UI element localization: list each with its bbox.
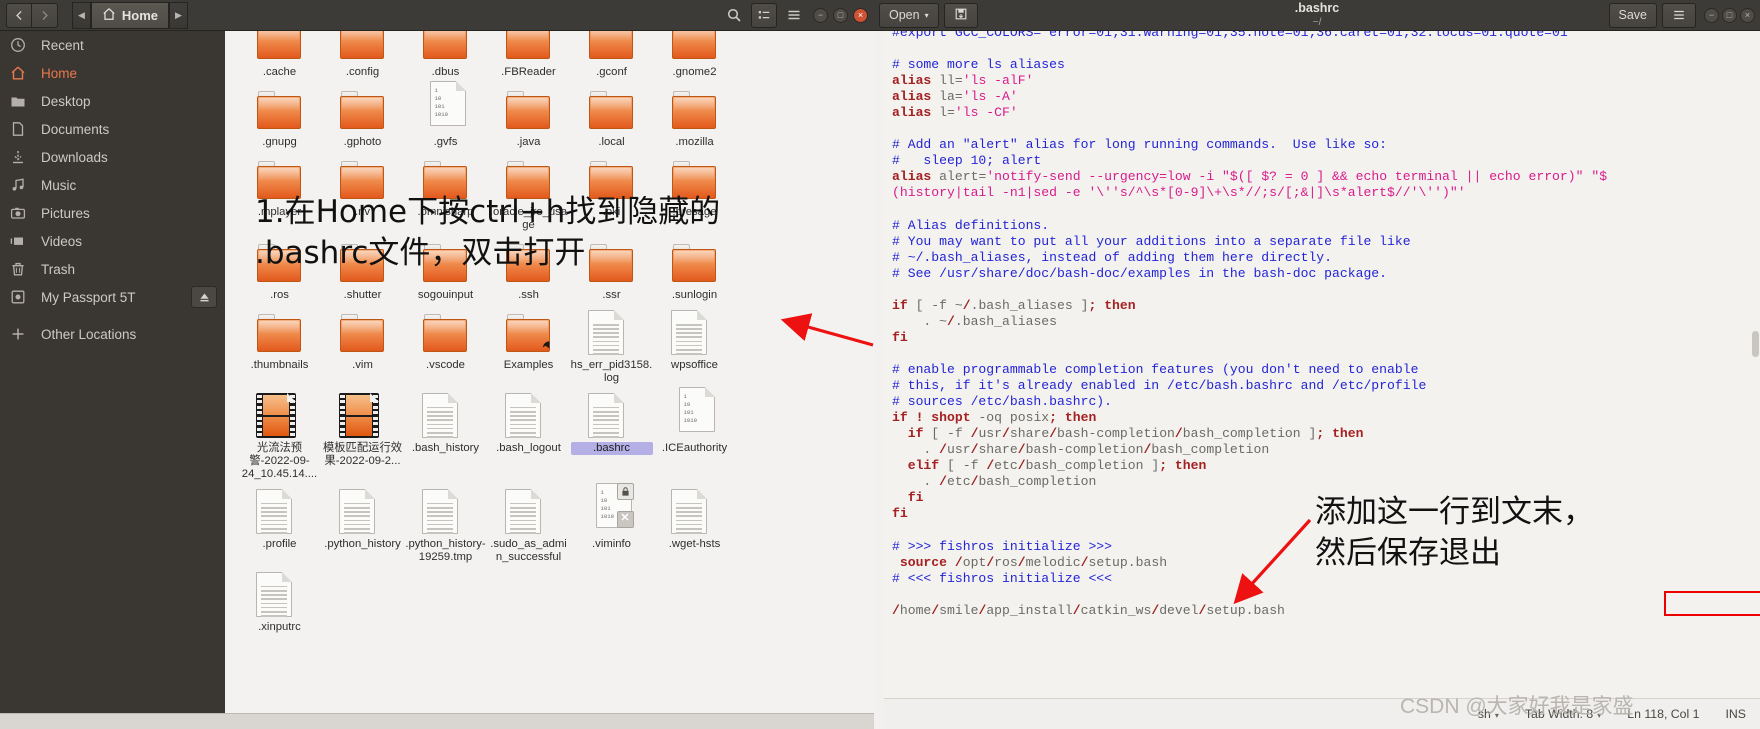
arrow-to-bashrc-file — [780, 313, 1312, 605]
annotation-step-1: 1.在Home下按ctrl+h找到隐藏的 .bashrc文件，双击打开 — [255, 194, 721, 271]
csdn-watermark: CSDN @大家好我是家盛 — [1400, 695, 1634, 718]
screen: ◀ Home ▶ − □ × Recent Home Desktop Docum… — [0, 0, 1760, 729]
annotation-step-2: 添加这一行到文末， 然后保存退出 — [1315, 494, 1594, 571]
